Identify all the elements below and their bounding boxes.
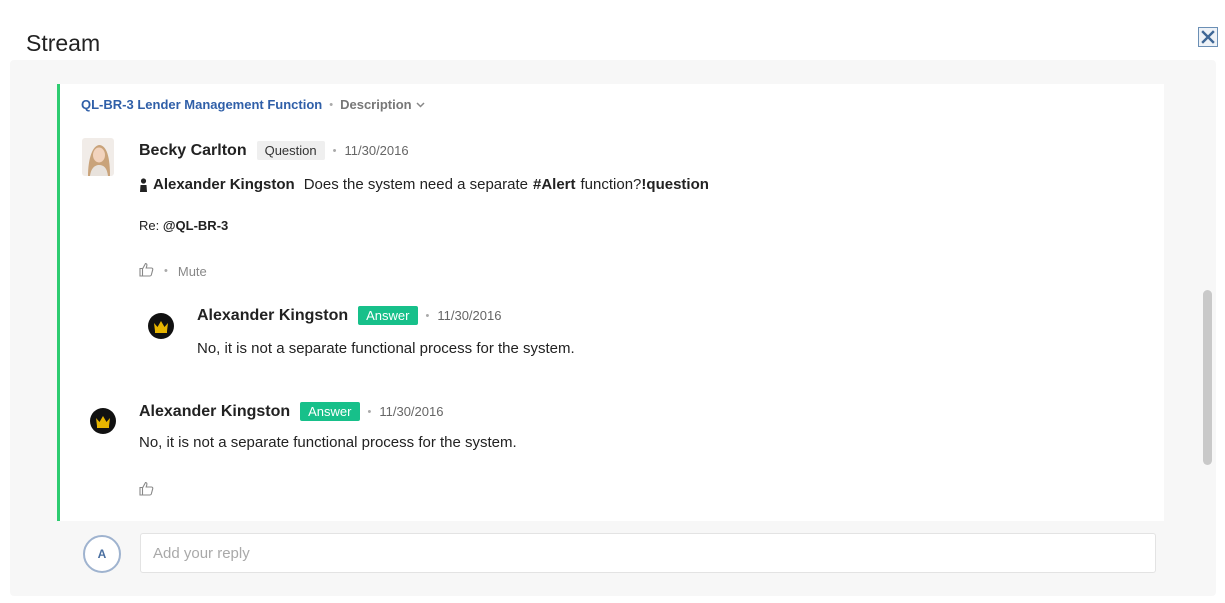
question-body: Alexander Kingston Does the system need … bbox=[139, 176, 709, 193]
answer-actions bbox=[139, 481, 154, 499]
answer-tag: Answer bbox=[358, 306, 418, 325]
crown-avatar bbox=[148, 313, 174, 339]
reply-avatar: A bbox=[83, 535, 121, 573]
question-text: Does the system need a separate bbox=[303, 176, 528, 193]
crown-avatar bbox=[90, 408, 116, 434]
question-avatar[interactable] bbox=[82, 138, 114, 176]
author-name[interactable]: Alexander Kingston bbox=[139, 403, 290, 421]
thumbs-up-icon bbox=[139, 262, 154, 277]
question-actions: • Mute bbox=[139, 262, 207, 280]
scrollbar-thumb[interactable] bbox=[1203, 290, 1212, 465]
like-button[interactable] bbox=[139, 262, 154, 280]
meta-separator: • bbox=[367, 405, 372, 418]
re-reference: Re: @QL-BR-3 bbox=[139, 218, 228, 233]
reply-input[interactable] bbox=[140, 533, 1156, 573]
meta-separator: • bbox=[425, 309, 430, 322]
answer-tag: Answer bbox=[300, 402, 360, 421]
user-photo bbox=[82, 138, 114, 176]
post-date: 11/30/2016 bbox=[437, 308, 502, 323]
post-date: 11/30/2016 bbox=[379, 404, 444, 419]
hashtag[interactable]: #Alert bbox=[533, 176, 576, 193]
post-date: 11/30/2016 bbox=[344, 143, 409, 158]
panel-title: Stream bbox=[26, 30, 101, 56]
breadcrumb-separator: • bbox=[329, 98, 334, 111]
person-icon bbox=[140, 177, 147, 192]
crown-icon bbox=[96, 415, 110, 428]
description-label: Description bbox=[340, 97, 412, 112]
thumbs-up-icon bbox=[139, 481, 154, 496]
nested-answer-avatar[interactable] bbox=[148, 313, 174, 339]
nested-answer-text: No, it is not a separate functional proc… bbox=[197, 340, 575, 357]
question-marker: !question bbox=[641, 176, 709, 193]
crown-icon bbox=[154, 320, 168, 333]
like-button[interactable] bbox=[139, 481, 154, 499]
item-link[interactable]: QL-BR-3 Lender Management Function bbox=[81, 97, 322, 112]
question-header: Becky Carlton Question • 11/30/2016 bbox=[139, 141, 409, 160]
description-dropdown[interactable]: Description bbox=[340, 97, 425, 112]
breadcrumb: QL-BR-3 Lender Management Function • Des… bbox=[81, 97, 425, 112]
author-name[interactable]: Becky Carlton bbox=[139, 142, 247, 160]
close-icon bbox=[1201, 30, 1215, 44]
nested-answer-header: Alexander Kingston Answer • 11/30/2016 bbox=[197, 306, 501, 325]
question-text-end: function? bbox=[580, 176, 642, 193]
answer-avatar[interactable] bbox=[90, 408, 116, 434]
meta-separator: • bbox=[332, 144, 337, 157]
mention-user[interactable]: Alexander Kingston bbox=[153, 176, 295, 193]
re-label: Re: bbox=[139, 218, 160, 233]
answer-text: No, it is not a separate functional proc… bbox=[139, 434, 517, 451]
chevron-down-icon bbox=[416, 101, 425, 108]
mute-button[interactable]: Mute bbox=[178, 264, 207, 279]
re-link[interactable]: @QL-BR-3 bbox=[163, 218, 228, 233]
action-separator: • bbox=[164, 265, 168, 277]
question-tag: Question bbox=[256, 141, 325, 160]
author-name[interactable]: Alexander Kingston bbox=[197, 307, 348, 325]
answer-header: Alexander Kingston Answer • 11/30/2016 bbox=[139, 402, 443, 421]
close-button[interactable] bbox=[1198, 27, 1218, 47]
